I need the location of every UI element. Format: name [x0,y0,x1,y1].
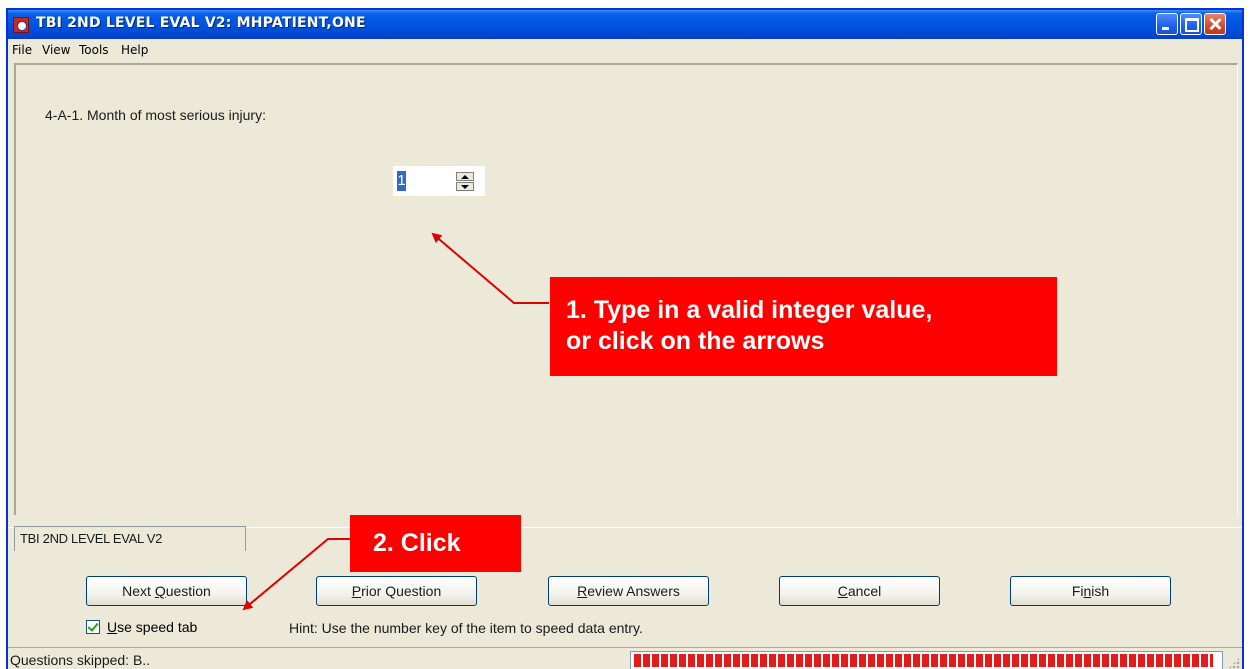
resize-grip-icon[interactable] [1228,657,1240,669]
menu-tools[interactable]: Tools [79,43,109,57]
minimize-icon[interactable] [1156,13,1178,35]
tab-tbi-eval[interactable]: TBI 2ND LEVEL EVAL V2 [14,526,246,551]
question-label: 4-A-1. Month of most serious injury: [45,107,266,123]
progress-bar [630,651,1223,669]
menu-file[interactable]: File [12,43,32,57]
menu-bar: File View Tools Help [8,39,1242,60]
review-answers-button[interactable]: Review Answers [548,576,709,606]
progress-fill [634,654,1214,667]
menu-view[interactable]: View [42,43,70,57]
callout-step-1-line-1: 1. Type in a valid integer value, [566,296,933,324]
prior-question-button[interactable]: Prior Question [316,576,477,606]
status-bar: Questions skipped: B.. [8,647,1242,669]
finish-button[interactable]: Finish [1010,576,1171,606]
window-title: TBI 2ND LEVEL EVAL V2: MHPATIENT,ONE [36,15,366,31]
spin-buttons [456,172,474,191]
callout-step-1-line-2: or click on the arrows [566,327,825,355]
hint-text: Hint: Use the number key of the item to … [289,620,643,636]
close-icon[interactable] [1204,13,1226,35]
maximize-icon[interactable] [1180,13,1202,35]
month-spin-field[interactable]: 1 [393,166,485,196]
spin-up-arrow-icon[interactable] [456,172,474,181]
next-question-button[interactable]: Next Question [86,576,247,606]
tab-strip: TBI 2ND LEVEL EVAL V2 [8,526,1242,551]
tab-label: TBI 2ND LEVEL EVAL V2 [20,531,163,546]
app-icon[interactable] [13,17,29,33]
spin-down-arrow-icon[interactable] [456,182,474,191]
callout-step-1: 1. Type in a valid integer value, or cli… [550,277,1057,376]
questions-skipped-status: Questions skipped: B.. [10,652,151,668]
menu-help[interactable]: Help [121,43,148,57]
cancel-button[interactable]: Cancel [779,576,940,606]
title-bar[interactable]: TBI 2ND LEVEL EVAL V2: MHPATIENT,ONE [8,10,1242,39]
callout-step-2: 2. Click [350,515,521,572]
speed-tab-checkbox[interactable] [86,620,100,634]
speed-tab-label[interactable]: Use speed tab [107,619,197,635]
month-value-input[interactable]: 1 [397,171,406,191]
